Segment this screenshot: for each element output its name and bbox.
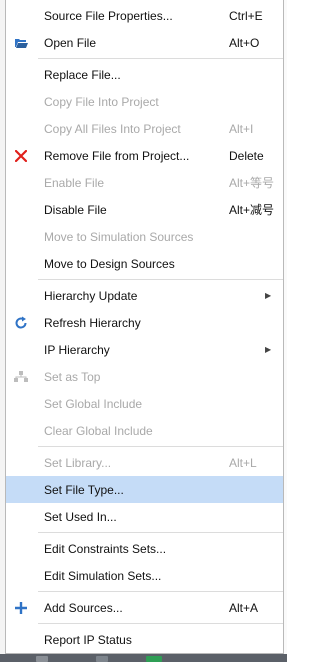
menu-separator <box>38 591 283 592</box>
submenu-arrow-icon: ▶ <box>265 291 272 300</box>
remove-x-icon <box>12 147 30 165</box>
menu-item-label: Clear Global Include <box>44 423 153 438</box>
menu-item-add-sources[interactable]: Add Sources... Alt+A <box>6 594 283 621</box>
menu-item-label: Remove File from Project... <box>44 148 190 163</box>
menu-item-label: Copy File Into Project <box>44 94 159 109</box>
menu-item-shortcut: Alt+O <box>229 35 260 50</box>
menu-item-set-global-include[interactable]: Set Global Include <box>6 390 283 417</box>
menu-item-label: Report IP Status <box>44 632 132 647</box>
context-menu: Source File Properties... Ctrl+E Open Fi… <box>5 0 284 654</box>
menu-item-label: Set as Top <box>44 369 101 384</box>
menu-item-shortcut: Ctrl+E <box>229 8 263 23</box>
menu-item-label: Set Global Include <box>44 396 143 411</box>
menu-item-copy-all-files-into-project[interactable]: Copy All Files Into Project Alt+I <box>6 115 283 142</box>
menu-item-label: Source File Properties... <box>44 8 173 23</box>
menu-item-copy-file-into-project[interactable]: Copy File Into Project <box>6 88 283 115</box>
menu-item-hierarchy-update[interactable]: Hierarchy Update ▶ <box>6 282 283 309</box>
plus-icon <box>12 599 30 617</box>
menu-item-refresh-hierarchy[interactable]: Refresh Hierarchy <box>6 309 283 336</box>
menu-separator <box>38 279 283 280</box>
menu-item-label: Refresh Hierarchy <box>44 315 141 330</box>
submenu-arrow-icon: ▶ <box>265 345 272 354</box>
menu-item-set-as-top[interactable]: Set as Top <box>6 363 283 390</box>
menu-item-label: Copy All Files Into Project <box>44 121 181 136</box>
menu-item-label: Open File <box>44 35 97 50</box>
hierarchy-icon <box>12 368 30 386</box>
menu-item-clear-global-include[interactable]: Clear Global Include <box>6 417 283 444</box>
menu-separator <box>38 58 283 59</box>
menu-item-shortcut: Alt+减号 <box>229 203 275 217</box>
menu-separator <box>38 446 283 447</box>
menu-item-open-file[interactable]: Open File Alt+O <box>6 29 283 56</box>
menu-separator <box>38 532 283 533</box>
menu-item-label: Replace File... <box>44 67 121 82</box>
taskbar-icon[interactable] <box>96 656 108 662</box>
menu-item-label: Hierarchy Update <box>44 288 138 303</box>
menu-item-label: Disable File <box>44 202 107 217</box>
menu-item-disable-file[interactable]: Disable File Alt+减号 <box>6 196 283 223</box>
menu-item-shortcut: Alt+I <box>229 121 254 136</box>
menu-separator <box>38 623 283 624</box>
menu-item-report-ip-status[interactable]: Report IP Status <box>6 626 283 653</box>
menu-item-remove-file-from-project[interactable]: Remove File from Project... Delete <box>6 142 283 169</box>
menu-item-label: IP Hierarchy <box>44 342 110 357</box>
menu-item-label: Set Library... <box>44 455 112 470</box>
menu-item-label: Set File Type... <box>44 482 124 497</box>
refresh-icon <box>12 314 30 332</box>
menu-item-set-file-type[interactable]: Set File Type... <box>6 476 283 503</box>
menu-item-label: Move to Simulation Sources <box>44 229 194 244</box>
menu-item-set-library[interactable]: Set Library... Alt+L <box>6 449 283 476</box>
menu-item-shortcut: Alt+A <box>229 600 259 615</box>
menu-item-edit-constraints-sets[interactable]: Edit Constraints Sets... <box>6 535 283 562</box>
menu-item-replace-file[interactable]: Replace File... <box>6 61 283 88</box>
menu-item-move-to-design-sources[interactable]: Move to Design Sources <box>6 250 283 277</box>
menu-item-label: Set Used In... <box>44 509 117 524</box>
menu-item-source-file-properties[interactable]: Source File Properties... Ctrl+E <box>6 2 283 29</box>
menu-item-shortcut: Alt+等号 <box>229 176 275 190</box>
menu-item-label: Edit Simulation Sets... <box>44 568 162 583</box>
taskbar-icon[interactable] <box>146 656 162 662</box>
menu-item-edit-simulation-sets[interactable]: Edit Simulation Sets... <box>6 562 283 589</box>
menu-item-move-to-simulation-sources[interactable]: Move to Simulation Sources <box>6 223 283 250</box>
menu-item-label: Edit Constraints Sets... <box>44 541 167 556</box>
menu-item-enable-file[interactable]: Enable File Alt+等号 <box>6 169 283 196</box>
menu-item-ip-hierarchy[interactable]: IP Hierarchy ▶ <box>6 336 283 363</box>
menu-item-label: Add Sources... <box>44 600 123 615</box>
menu-item-set-used-in[interactable]: Set Used In... <box>6 503 283 530</box>
menu-item-shortcut: Alt+L <box>229 455 257 470</box>
menu-item-label: Move to Design Sources <box>44 256 175 271</box>
folder-open-icon <box>12 34 30 52</box>
taskbar-icon[interactable] <box>36 656 48 662</box>
menu-item-shortcut: Delete <box>229 148 264 163</box>
menu-item-label: Enable File <box>44 175 105 190</box>
